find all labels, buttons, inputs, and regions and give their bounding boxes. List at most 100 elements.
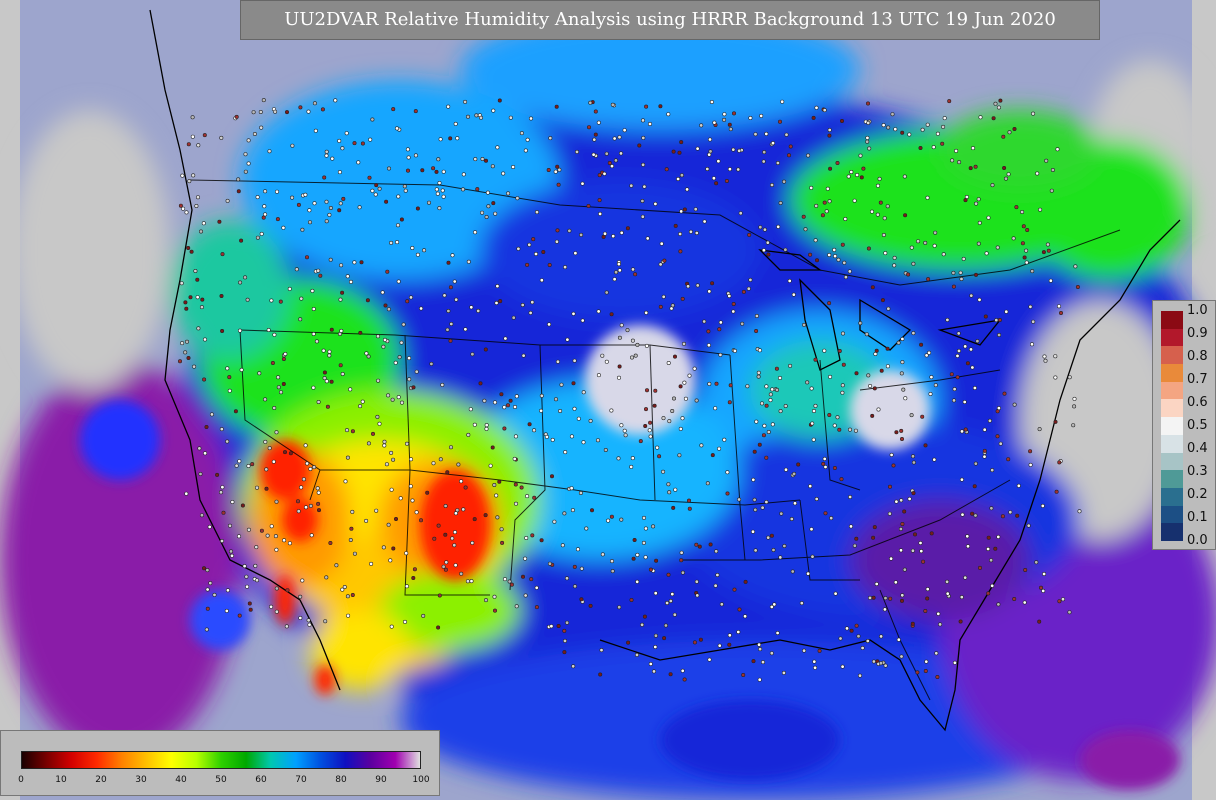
station-dot <box>648 661 653 666</box>
station-dot <box>1073 264 1078 269</box>
station-dot <box>906 272 911 277</box>
station-dot <box>769 183 774 188</box>
station-dot <box>345 455 350 460</box>
station-dot <box>267 149 272 154</box>
station-dot <box>367 175 372 180</box>
station-dot <box>598 211 603 216</box>
station-dot <box>761 248 766 253</box>
map-title: UU2DVAR Relative Humidity Analysis using… <box>240 0 1100 40</box>
station-dot <box>381 344 386 349</box>
station-dot <box>629 597 634 602</box>
station-dot <box>876 407 881 412</box>
station-dot <box>866 246 871 251</box>
station-dot <box>592 137 597 142</box>
station-dot <box>431 166 436 171</box>
station-dot <box>1057 599 1062 604</box>
station-dot <box>452 279 457 284</box>
station-dot <box>399 340 404 345</box>
station-dot <box>281 381 286 386</box>
station-dot <box>841 362 846 367</box>
station-dot <box>234 114 239 119</box>
station-dot <box>864 332 869 337</box>
station-dot <box>695 146 700 151</box>
station-dot <box>921 559 926 564</box>
station-dot <box>783 403 788 408</box>
station-dot <box>1014 205 1019 210</box>
station-dot <box>391 546 396 551</box>
station-dot <box>965 544 970 549</box>
station-dot <box>276 375 281 380</box>
station-dot <box>488 463 493 468</box>
station-dot <box>333 98 338 103</box>
station-dot <box>236 189 241 194</box>
station-dot <box>266 327 271 332</box>
station-dot <box>1002 166 1007 171</box>
station-dot <box>255 235 260 240</box>
station-dot <box>702 219 707 224</box>
station-dot <box>388 558 393 563</box>
station-dot <box>604 151 609 156</box>
right-colorbar-swatch <box>1161 470 1183 489</box>
station-dot <box>377 421 382 426</box>
station-dot <box>246 527 251 532</box>
station-dot <box>324 199 329 204</box>
station-dot <box>780 99 785 104</box>
station-dot <box>995 434 1000 439</box>
station-dot <box>677 150 682 155</box>
station-dot <box>661 469 666 474</box>
station-dot <box>1021 224 1026 229</box>
station-dot <box>854 536 859 541</box>
station-dot <box>1041 588 1046 593</box>
station-dot <box>478 381 483 386</box>
station-dot <box>809 527 814 532</box>
station-dot <box>951 270 956 275</box>
station-dot <box>414 369 419 374</box>
station-dot <box>498 299 503 304</box>
station-dot <box>512 456 517 461</box>
station-dot <box>274 547 279 552</box>
station-dot <box>208 581 213 586</box>
station-dot <box>802 648 807 653</box>
station-dot <box>195 295 200 300</box>
station-dot <box>563 450 568 455</box>
station-dot <box>201 221 206 226</box>
station-dot <box>1007 130 1012 135</box>
station-dot <box>341 196 346 201</box>
station-dot <box>269 524 274 529</box>
station-dot <box>820 213 825 218</box>
station-dot <box>604 359 609 364</box>
station-dot <box>258 110 263 115</box>
station-dot <box>453 121 458 126</box>
station-dot <box>349 526 354 531</box>
station-dot <box>622 428 627 433</box>
station-dot <box>617 268 622 273</box>
station-dot <box>858 153 863 158</box>
station-dot <box>238 328 243 333</box>
station-dot <box>987 418 992 423</box>
station-dot <box>437 181 442 186</box>
station-dot <box>809 185 814 190</box>
station-dot <box>340 146 345 151</box>
station-dot <box>890 112 895 117</box>
right-colorbar-swatch <box>1161 523 1183 542</box>
station-dot <box>975 339 980 344</box>
station-dot <box>692 640 697 645</box>
station-dot <box>962 399 967 404</box>
station-dot <box>731 309 736 314</box>
station-dot <box>314 339 319 344</box>
station-dot <box>339 263 344 268</box>
station-dot <box>525 137 530 142</box>
station-dot <box>781 670 786 675</box>
station-dot <box>591 152 596 157</box>
station-dot <box>552 519 557 524</box>
station-dot <box>434 187 439 192</box>
station-dot <box>186 355 191 360</box>
station-dot <box>942 116 947 121</box>
station-dot <box>861 166 866 171</box>
station-dot <box>865 135 870 140</box>
station-dot <box>659 241 664 246</box>
station-dot <box>811 115 816 120</box>
station-dot <box>718 352 723 357</box>
station-dot <box>968 166 973 171</box>
station-dot <box>919 549 924 554</box>
